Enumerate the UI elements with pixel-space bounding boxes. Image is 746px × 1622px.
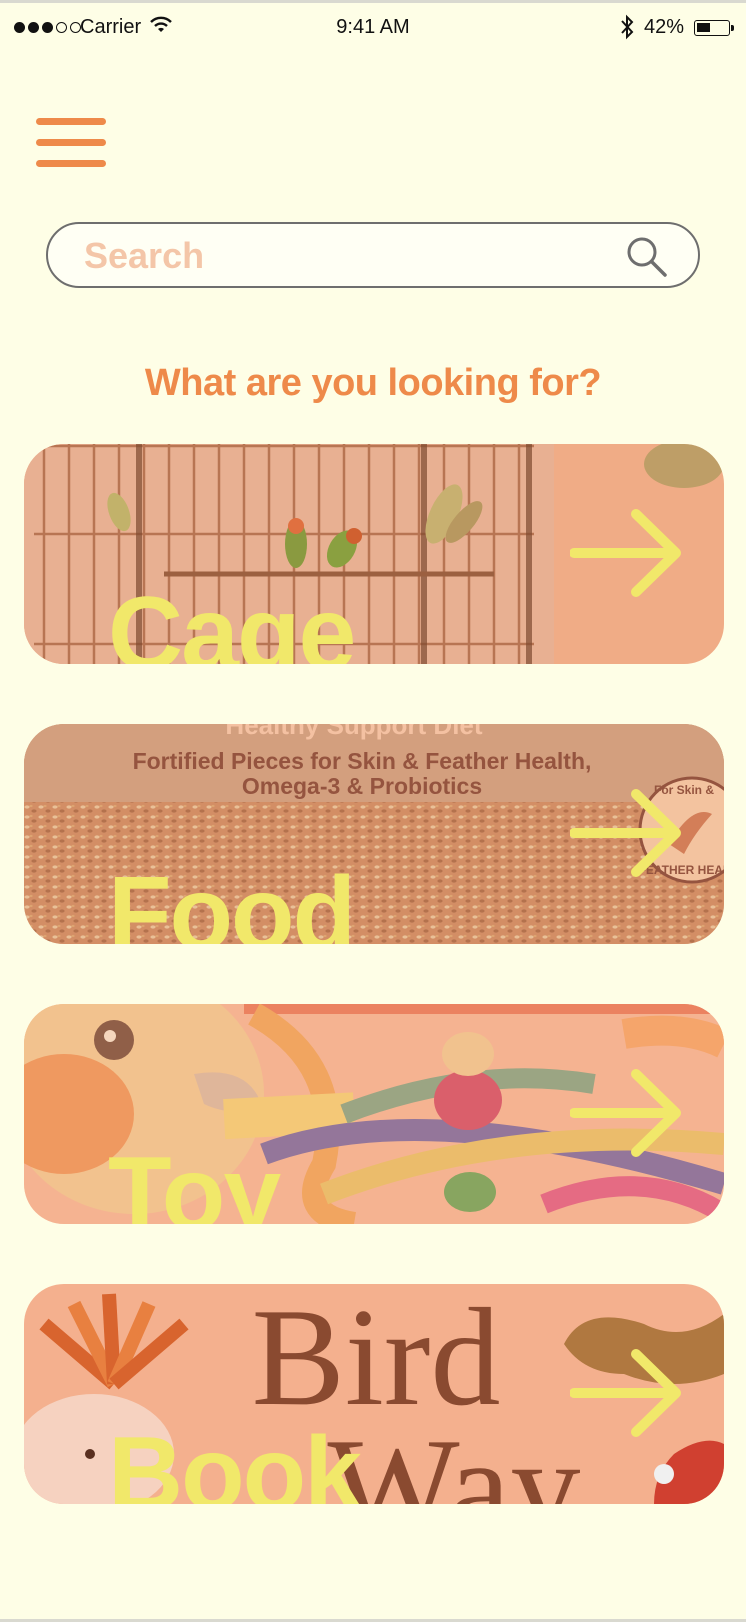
arrow-right-icon xyxy=(570,509,681,597)
category-card-toy[interactable]: Toy xyxy=(24,1004,724,1224)
search-icon[interactable] xyxy=(626,236,668,278)
category-label: Book xyxy=(108,1416,362,1504)
category-label: Cage xyxy=(108,576,356,664)
category-card-food[interactable]: Healthy Support Diet Fortified Pieces fo… xyxy=(24,724,724,944)
battery-icon xyxy=(694,20,734,36)
page-heading: What are you looking for? xyxy=(144,362,602,404)
arrow-right-icon xyxy=(570,789,681,877)
top-divider xyxy=(0,0,746,3)
search-bar xyxy=(46,222,700,288)
book-cover-title-line-2: Way xyxy=(327,1410,580,1504)
battery-percent: 42% xyxy=(644,16,685,38)
category-card-cage[interactable]: Cage xyxy=(24,444,724,664)
bluetooth-icon xyxy=(621,14,634,40)
search-input[interactable] xyxy=(82,232,626,280)
clock: 9:41 AM xyxy=(336,16,410,38)
category-label: Toy xyxy=(108,1136,281,1224)
hamburger-icon[interactable] xyxy=(36,118,106,174)
status-bar: Carrier 9:41 AM 42% xyxy=(0,10,746,50)
arrow-right-icon xyxy=(570,1349,681,1437)
category-label: Food xyxy=(108,856,356,944)
arrow-right-icon xyxy=(570,1069,681,1157)
category-card-book[interactable]: Bird Way Book xyxy=(24,1284,724,1504)
